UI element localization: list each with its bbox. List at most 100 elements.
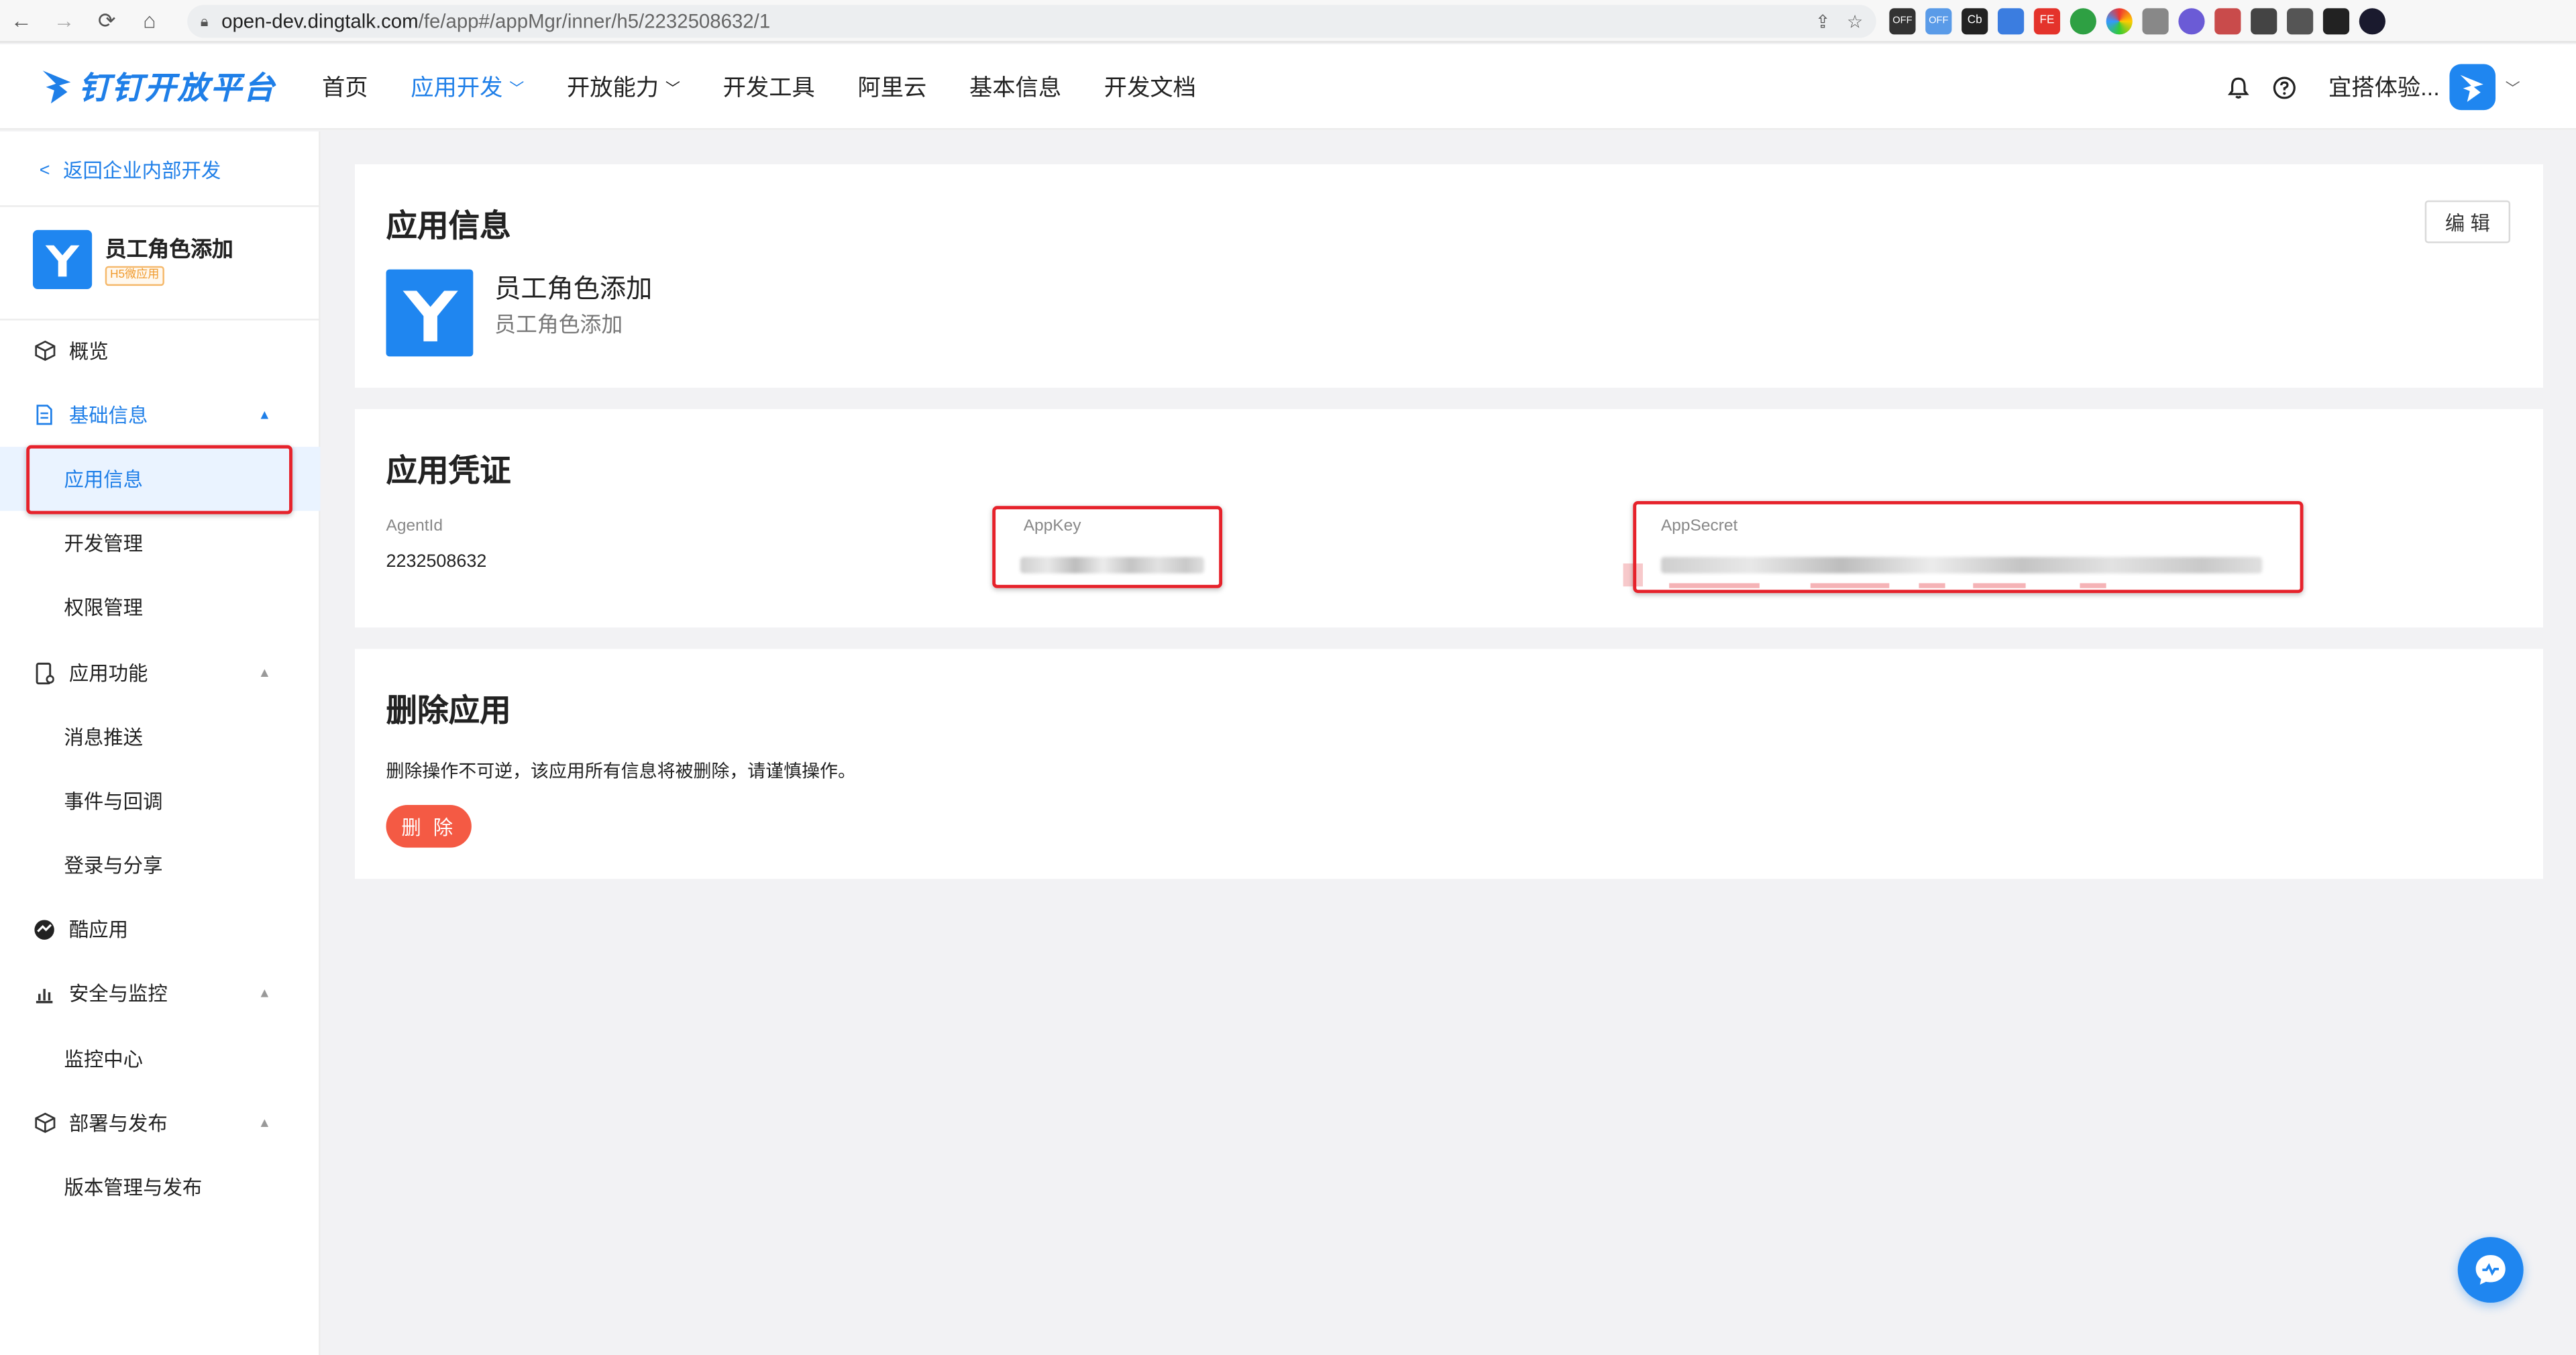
extension-fe-icon[interactable]: FE xyxy=(2033,8,2061,35)
caret-up-icon: ▲ xyxy=(258,665,272,680)
extension-icon[interactable] xyxy=(2214,8,2241,35)
extension-icon[interactable] xyxy=(2106,8,2133,35)
divider xyxy=(0,205,321,207)
cube-icon xyxy=(33,339,56,362)
extension-icon[interactable] xyxy=(2178,8,2205,35)
agentid-label: AgentId xyxy=(386,517,443,536)
app-icon-large xyxy=(386,269,474,357)
chevron-down-icon[interactable]: ﹀ xyxy=(2506,76,2520,98)
nav-open-capability-label: 开放能力 xyxy=(566,74,659,101)
sidebar-item-label: 部署与发布 xyxy=(68,1112,168,1136)
chevron-down-icon: ﹀ xyxy=(509,79,525,97)
extensions-bar: OFF OFF Cb FE xyxy=(1889,8,2385,35)
bell-icon[interactable] xyxy=(2223,72,2253,102)
extension-icon[interactable] xyxy=(2251,8,2277,35)
help-icon[interactable] xyxy=(2269,72,2299,102)
header-right: 宜搭体验... ﹀ xyxy=(2223,44,2576,129)
delete-app-card: 删除应用 删除操作不可逆，该应用所有信息将被删除，请谨慎操作。 删 除 xyxy=(354,649,2544,879)
sidebar-group-deploy-publish[interactable]: 部署与发布 ▲ xyxy=(0,1091,321,1155)
qr-extension-icon[interactable] xyxy=(2142,8,2169,35)
browser-toolbar: ← → ⟳ ⌂ 🔒︎ open-dev.dingtalk.com/fe/app#… xyxy=(0,0,2576,43)
delete-button[interactable]: 删 除 xyxy=(386,805,472,848)
app-icon xyxy=(32,229,93,290)
phone-gear-icon xyxy=(33,661,56,684)
sidebar-item-label: 酷应用 xyxy=(68,918,129,942)
delete-warning-text: 删除操作不可逆，该应用所有信息将被删除，请谨慎操作。 xyxy=(386,762,856,782)
sidebar-icon[interactable] xyxy=(2322,8,2350,35)
caret-up-icon: ▲ xyxy=(258,407,272,423)
nav-app-dev[interactable]: 应用开发 ﹀ xyxy=(411,70,524,103)
chevron-left-icon: < xyxy=(39,160,50,180)
edit-button[interactable]: 编 辑 xyxy=(2424,200,2511,243)
profile-icon[interactable] xyxy=(2359,8,2385,35)
nav-app-dev-label: 应用开发 xyxy=(411,74,503,101)
caret-up-icon: ▲ xyxy=(258,1115,272,1130)
sidebar-item-version-publish[interactable]: 版本管理与发布 xyxy=(0,1155,321,1220)
url-path: /fe/app#/appMgr/inner/h5/2232508632/1 xyxy=(418,9,771,33)
sidebar: < 返回企业内部开发 员工角色添加 H5微应用 概览 基础信息 ▲ 应用信息 开… xyxy=(0,131,321,1355)
nav-open-capability[interactable]: 开放能力 ﹀ xyxy=(567,70,680,103)
document-icon xyxy=(33,403,56,426)
app-type-badge: H5微应用 xyxy=(105,266,164,286)
sidebar-item-label: 安全与监控 xyxy=(68,982,168,1006)
highlight-box xyxy=(26,445,292,514)
sidebar-item-perm-manage[interactable]: 权限管理 xyxy=(0,575,321,639)
chat-bubble-icon xyxy=(2475,1255,2506,1285)
top-nav: 首页 应用开发 ﹀ 开放能力 ﹀ 开发工具 阿里云 基本信息 开发文档 xyxy=(322,44,1239,129)
app-info-card: 应用信息 编 辑 员工角色添加 员工角色添加 xyxy=(354,164,2544,388)
nav-basic-info[interactable]: 基本信息 xyxy=(969,70,1061,103)
sidebar-group-security-monitor[interactable]: 安全与监控 ▲ xyxy=(0,961,321,1026)
sidebar-item-monitor-center[interactable]: 监控中心 xyxy=(0,1027,321,1091)
caret-up-icon: ▲ xyxy=(258,985,272,1001)
nav-dev-tools[interactable]: 开发工具 xyxy=(723,70,815,103)
nav-aliyun[interactable]: 阿里云 xyxy=(857,70,926,103)
sidebar-item-label: 应用功能 xyxy=(68,661,148,686)
cube-icon xyxy=(33,1112,56,1134)
reload-icon[interactable]: ⟳ xyxy=(85,0,128,42)
lock-icon: 🔒︎ xyxy=(200,12,209,29)
sidebar-group-basic-info[interactable]: 基础信息 ▲ xyxy=(0,383,321,447)
sidebar-item-event-callback[interactable]: 事件与回调 xyxy=(0,769,321,833)
chevron-down-icon: ﹀ xyxy=(665,79,680,97)
bar-chart-icon xyxy=(33,981,56,1004)
sidebar-item-dev-manage[interactable]: 开发管理 xyxy=(0,511,321,576)
nav-home[interactable]: 首页 xyxy=(322,70,368,103)
extension-cb-icon[interactable]: Cb xyxy=(1962,8,1988,35)
nav-dev-docs[interactable]: 开发文档 xyxy=(1104,70,1196,103)
sidebar-item-cool-app[interactable]: 酷应用 xyxy=(0,897,321,961)
back-arrow-icon[interactable]: ← xyxy=(0,0,43,42)
app-info-title: 应用信息 xyxy=(386,210,511,245)
extension-icon[interactable] xyxy=(1997,8,2025,35)
sidebar-item-login-share[interactable]: 登录与分享 xyxy=(0,833,321,898)
back-to-enterprise-link[interactable]: < 返回企业内部开发 xyxy=(40,156,221,184)
sidebar-app-card: 员工角色添加 H5微应用 xyxy=(32,229,233,290)
agentid-value: 2232508632 xyxy=(386,551,487,572)
sidebar-group-app-function[interactable]: 应用功能 ▲ xyxy=(0,641,321,705)
dingtalk-logo[interactable]: 钉钉开放平台 xyxy=(40,64,276,107)
support-chat-button[interactable] xyxy=(2457,1237,2524,1303)
user-name[interactable]: 宜搭体验... xyxy=(2328,70,2440,103)
bookmark-star-icon[interactable]: ☆ xyxy=(1847,11,1863,32)
puzzle-icon[interactable] xyxy=(2287,8,2314,35)
logo-text: 钉钉开放平台 xyxy=(78,71,276,106)
app-name: 员工角色添加 xyxy=(494,276,653,305)
dingtalk-avatar-icon xyxy=(2460,74,2483,102)
sidebar-item-msg-push[interactable]: 消息推送 xyxy=(0,705,321,769)
forward-arrow-icon[interactable]: → xyxy=(43,0,86,42)
sidebar-item-label: 概览 xyxy=(68,339,109,364)
extension-off-icon[interactable]: OFF xyxy=(1925,8,1952,35)
back-label: 返回企业内部开发 xyxy=(63,159,221,182)
extension-off-icon[interactable]: OFF xyxy=(1889,8,1916,35)
sidebar-item-overview[interactable]: 概览 xyxy=(0,319,321,383)
share-icon[interactable]: ⇪ xyxy=(1815,11,1831,32)
address-bar[interactable]: 🔒︎ open-dev.dingtalk.com/fe/app#/appMgr/… xyxy=(187,5,1876,38)
home-icon[interactable]: ⌂ xyxy=(128,0,171,42)
sidebar-item-label: 基础信息 xyxy=(68,404,148,427)
avatar[interactable] xyxy=(2449,64,2496,111)
extension-icon[interactable] xyxy=(2070,8,2096,35)
credentials-card: 应用凭证 AgentId 2232508632 AppKey AppSecret xyxy=(354,409,2544,628)
url-host: open-dev.dingtalk.com xyxy=(221,9,419,33)
highlight-box xyxy=(992,506,1223,588)
cool-app-icon xyxy=(33,918,56,940)
delete-app-title: 删除应用 xyxy=(386,694,511,730)
